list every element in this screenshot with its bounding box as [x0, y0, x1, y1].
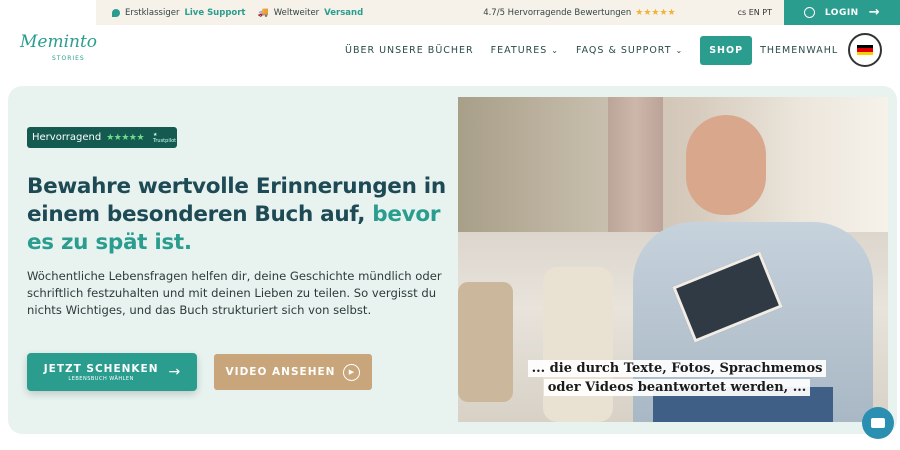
rating-provider: ★ Trustpilot: [153, 131, 177, 144]
main-nav: ÜBER UNSERE BÜCHER FEATURES ⌄ FAQS & SUP…: [345, 35, 855, 65]
nav-item-faqs[interactable]: FAQS & SUPPORT ⌄: [576, 45, 683, 56]
language-switcher[interactable]: cs EN PT: [738, 8, 772, 17]
arrow-right-icon: →: [868, 5, 881, 20]
chat-widget-button[interactable]: [862, 407, 894, 439]
truck-icon: 🚚: [257, 7, 269, 18]
caption-line: oder Videos beantwortet werden, ...: [543, 379, 811, 396]
watch-video-button[interactable]: VIDEO ANSEHEN ▶: [214, 354, 372, 390]
live-support-notice: Erstklassiger Live Support: [112, 8, 246, 18]
watch-video-label: VIDEO ANSEHEN: [225, 366, 336, 378]
nav-item-label: THEMENWAHL: [760, 44, 839, 56]
chevron-down-icon: ⌄: [675, 45, 684, 55]
german-flag-badge-icon: [848, 33, 882, 67]
nav-item-features[interactable]: FEATURES ⌄: [491, 45, 559, 56]
support-highlight: Live Support: [184, 7, 246, 18]
nav-item-label: FEATURES: [490, 44, 548, 56]
photo-pillow: [458, 282, 513, 402]
caption-line: ... die durch Texte, Fotos, Sprachmemos: [527, 360, 827, 377]
hero-headline: Bewahre wertvolle Erinnerungen in einem …: [27, 173, 447, 257]
nav-item-label: FAQS & SUPPORT: [576, 44, 672, 56]
ratings-stars: ★★★★★: [635, 7, 676, 18]
shipping-highlight: Versand: [324, 7, 364, 18]
logo[interactable]: Meminto STORIES: [18, 32, 97, 66]
german-flag-icon: [857, 45, 873, 55]
gift-now-label-group: JETZT SCHENKEN LEBENSBUCH WÄHLEN: [44, 363, 159, 382]
user-icon: [803, 7, 815, 18]
arrow-right-icon: →: [168, 364, 181, 380]
nav-item-label: ÜBER UNSERE BÜCHER: [345, 44, 474, 56]
nav-item-themes[interactable]: THEMENWAHL: [760, 45, 838, 56]
gift-now-label: JETZT SCHENKEN: [43, 362, 159, 375]
gift-now-button[interactable]: JETZT SCHENKEN LEBENSBUCH WÄHLEN →: [27, 353, 197, 391]
hero-description: Wöchentliche Lebensfragen helfen dir, de…: [27, 269, 442, 317]
ratings-text: 4.7/5 Hervorragende Bewertungen: [483, 7, 632, 18]
login-label: LOGIN: [824, 7, 859, 18]
support-prefix: Erstklassiger: [125, 7, 180, 18]
photo-curtain: [608, 97, 663, 237]
photo-pillow: [543, 267, 613, 422]
gift-now-sublabel: LEBENSBUCH WÄHLEN: [68, 375, 134, 382]
play-icon: ▶: [343, 363, 361, 381]
chevron-down-icon: ⌄: [551, 45, 559, 55]
trustpilot-rating-badge: Hervorragend ★★★★★ ★ Trustpilot: [27, 127, 177, 148]
logo-sub: STORIES: [52, 55, 85, 62]
login-button[interactable]: LOGIN →: [784, 0, 900, 25]
rating-label: Hervorragend: [32, 132, 102, 143]
shipping-prefix: Weltweiter: [273, 7, 320, 18]
shop-button[interactable]: SHOP: [700, 35, 753, 65]
chat-bubble-icon: [871, 418, 885, 428]
announcement-bar: Erstklassiger Live Support 🚚 Weltweiter …: [96, 0, 786, 25]
logo-script: Meminto: [20, 32, 98, 52]
chat-icon: [112, 8, 120, 17]
nav-item-books[interactable]: ÜBER UNSERE BÜCHER: [345, 45, 474, 56]
rating-stars: ★★★★★: [106, 132, 145, 143]
photo-man-head: [686, 115, 766, 215]
ratings-summary: 4.7/5 Hervorragende Bewertungen ★★★★★: [483, 8, 675, 18]
photo-caption: ... die durch Texte, Fotos, Sprachmemos …: [512, 359, 842, 397]
shipping-notice: 🚚 Weltweiter Versand: [258, 8, 364, 18]
